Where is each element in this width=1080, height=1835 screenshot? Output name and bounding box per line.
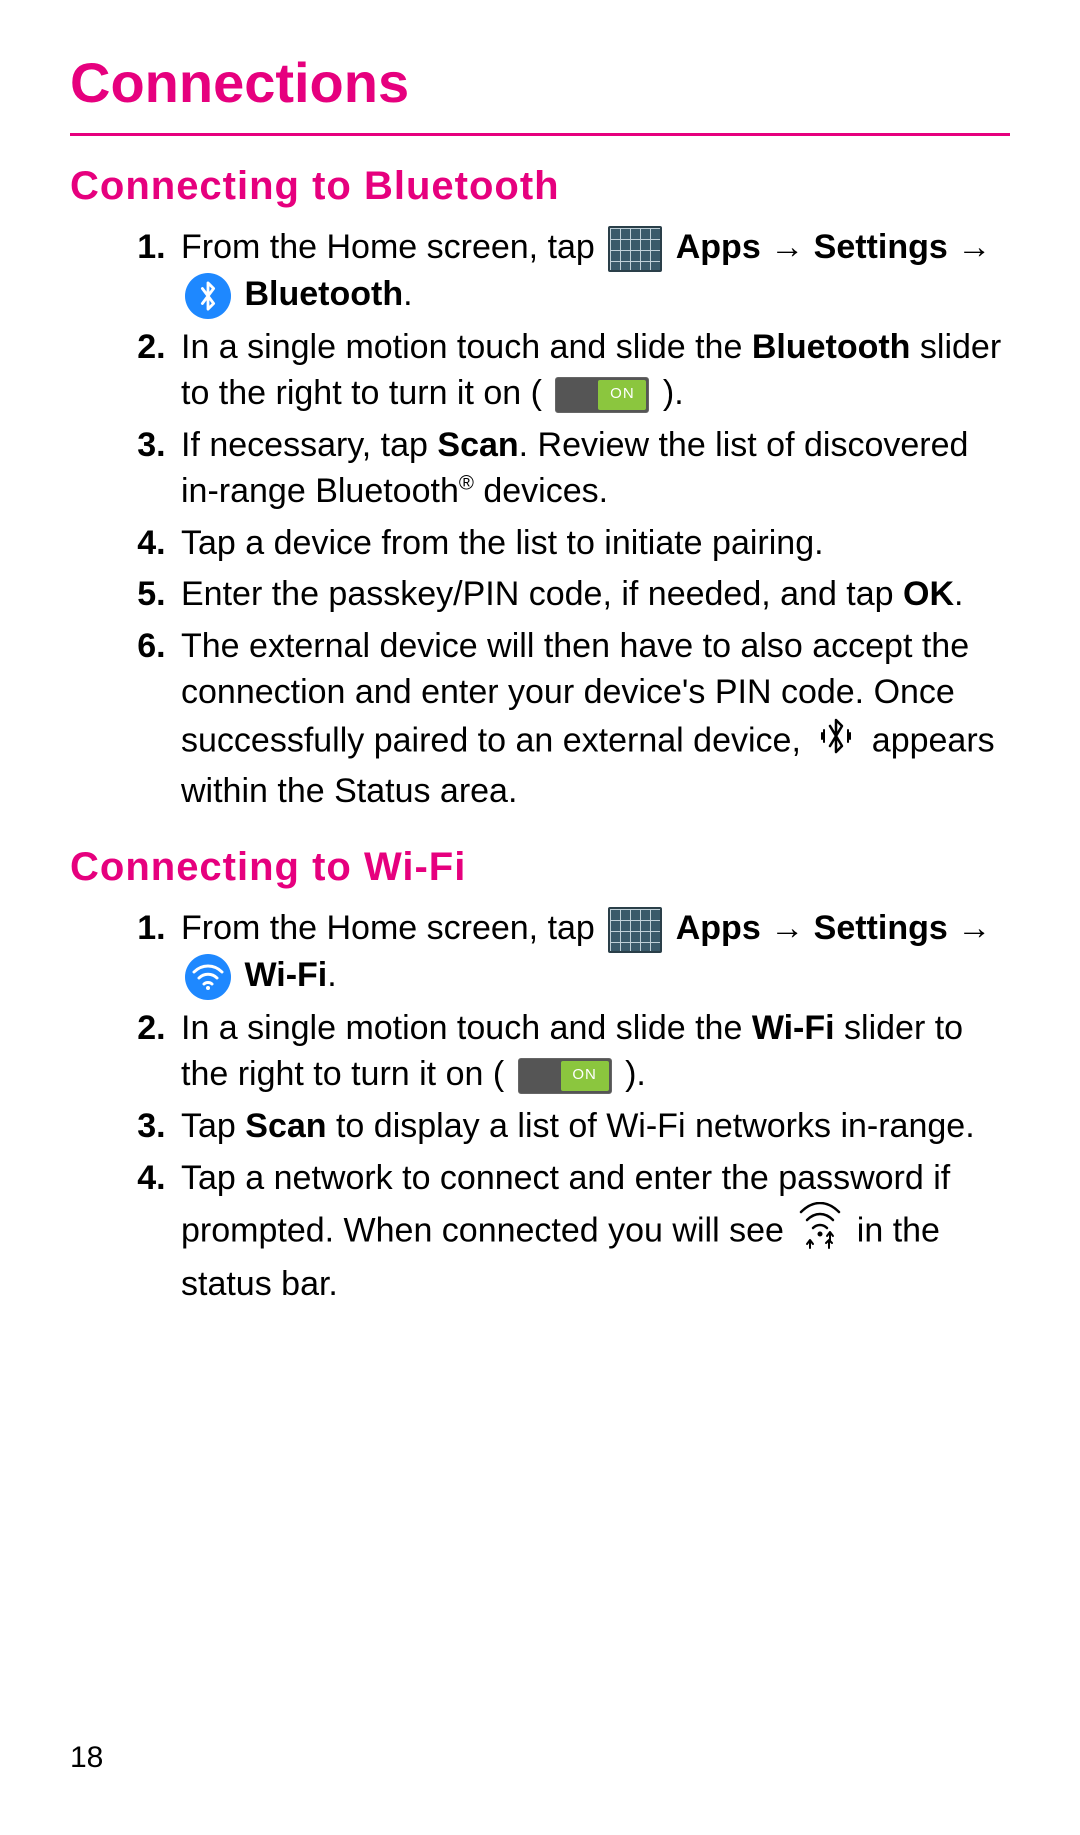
step: The external device will then have to al… bbox=[175, 624, 1010, 815]
step: Enter the passkey/PIN code, if needed, a… bbox=[175, 572, 1010, 618]
text: to display a list of Wi-Fi networks in-r… bbox=[327, 1107, 975, 1145]
bluetooth-paired-icon bbox=[814, 716, 858, 769]
text: From the Home screen, tap bbox=[181, 909, 604, 947]
apps-grid-icon bbox=[608, 907, 662, 953]
step: Tap a network to connect and enter the p… bbox=[175, 1156, 1010, 1309]
arrow-icon: → bbox=[770, 909, 813, 947]
text: In a single motion touch and slide the bbox=[181, 1009, 752, 1047]
text: . bbox=[403, 275, 412, 313]
page-title: Connections bbox=[70, 50, 1010, 115]
bold-text: Scan bbox=[245, 1107, 326, 1145]
apps-grid-icon bbox=[608, 226, 662, 272]
text: ). bbox=[663, 374, 684, 412]
wifi-icon bbox=[185, 954, 231, 1000]
step: If necessary, tap Scan. Review the list … bbox=[175, 423, 1010, 515]
arrow-icon: → bbox=[957, 909, 991, 947]
settings-label: Settings bbox=[814, 909, 948, 947]
bluetooth-label: Bluetooth bbox=[244, 275, 403, 313]
bold-text: Scan bbox=[437, 426, 518, 464]
toggle-label: ON bbox=[598, 380, 646, 410]
bold-text: Bluetooth bbox=[752, 328, 911, 366]
toggle-on-icon: ON bbox=[555, 377, 649, 413]
title-divider bbox=[70, 133, 1010, 136]
settings-label: Settings bbox=[814, 228, 948, 266]
step: In a single motion touch and slide the W… bbox=[175, 1006, 1010, 1098]
step: From the Home screen, tap Apps → Setting… bbox=[175, 225, 1010, 319]
text: devices. bbox=[474, 472, 608, 510]
text: In a single motion touch and slide the bbox=[181, 328, 752, 366]
text: If necessary, tap bbox=[181, 426, 437, 464]
bold-text: Wi-Fi bbox=[752, 1009, 835, 1047]
registered-mark: ® bbox=[459, 472, 474, 494]
step: Tap a device from the list to initiate p… bbox=[175, 521, 1010, 567]
text: Tap bbox=[181, 1107, 245, 1145]
step: Tap Scan to display a list of Wi-Fi netw… bbox=[175, 1104, 1010, 1150]
step: From the Home screen, tap Apps → Setting… bbox=[175, 906, 1010, 1000]
toggle-on-icon: ON bbox=[518, 1058, 612, 1094]
bold-text: OK bbox=[903, 575, 954, 613]
step: In a single motion touch and slide the B… bbox=[175, 325, 1010, 417]
text: From the Home screen, tap bbox=[181, 228, 604, 266]
arrow-icon: → bbox=[770, 228, 813, 266]
section-heading-wifi: Connecting to Wi-Fi bbox=[70, 845, 1010, 890]
text: . bbox=[327, 956, 336, 994]
text: ). bbox=[625, 1055, 646, 1093]
apps-label: Apps bbox=[676, 909, 761, 947]
wifi-steps: From the Home screen, tap Apps → Setting… bbox=[70, 906, 1010, 1308]
wifi-label: Wi-Fi bbox=[244, 956, 327, 994]
bluetooth-steps: From the Home screen, tap Apps → Setting… bbox=[70, 225, 1010, 815]
apps-label: Apps bbox=[676, 228, 761, 266]
text: Enter the passkey/PIN code, if needed, a… bbox=[181, 575, 903, 613]
arrow-icon: → bbox=[957, 228, 991, 266]
bluetooth-icon bbox=[185, 273, 231, 319]
toggle-label: ON bbox=[561, 1061, 609, 1091]
section-heading-bluetooth: Connecting to Bluetooth bbox=[70, 164, 1010, 209]
text: . bbox=[954, 575, 963, 613]
page-number: 18 bbox=[70, 1741, 103, 1775]
wifi-connected-icon bbox=[795, 1202, 845, 1263]
text: Tap a device from the list to initiate p… bbox=[181, 524, 824, 562]
